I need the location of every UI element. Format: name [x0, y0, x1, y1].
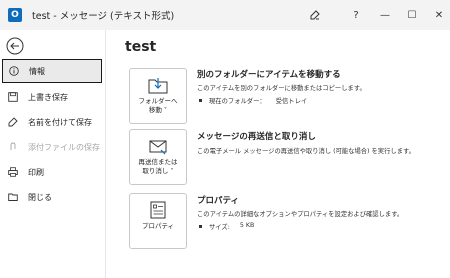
outlook-icon: O [8, 8, 22, 22]
section-description: このアイテムを別のフォルダーに移動またはコピーします。 [197, 85, 366, 92]
envelope-icon [149, 140, 167, 155]
page-title: test [125, 39, 157, 55]
coauthor-pen-icon[interactable] [300, 0, 330, 30]
back-arrow-icon [6, 37, 24, 55]
properties-button[interactable]: プロパティ [129, 193, 187, 249]
bullet-value: 受信トレイ [275, 98, 308, 105]
sidebar-item-label: 印刷 [28, 167, 44, 177]
save-icon [8, 92, 18, 102]
sidebar-item-label: 情報 [29, 66, 45, 76]
resend-recall-button[interactable]: 再送信または 取り消し ˅ [129, 129, 187, 185]
card-label: プロパティ [141, 222, 175, 230]
print-icon [8, 167, 18, 177]
window-title: test - メッセージ (テキスト形式) [32, 11, 175, 22]
section-description: このアイテムの詳細なオプションやプロパティを設定および確認します。 [197, 211, 404, 218]
bullet-dot [199, 224, 202, 228]
close-folder-icon [8, 192, 18, 202]
properties-icon [150, 201, 166, 219]
current-folder-info: 現在のフォルダー： 受信トレイ [199, 96, 307, 105]
move-folder-icon [148, 78, 168, 94]
section-title: プロパティ [197, 196, 239, 206]
minimize-button[interactable]: — [370, 0, 400, 30]
backstage-sidebar: 情報 上書き保存 名前を付けて保存 添付ファイルの保存 印刷 閉じる [0, 30, 106, 278]
help-button[interactable]: ? [341, 0, 371, 30]
card-label: フォルダーへ 移動 ˅ [138, 97, 178, 114]
sidebar-item-label: 上書き保存 [28, 92, 68, 102]
main-content: test フォルダーへ 移動 ˅ 別のフォルダーにアイテムを移動する このアイテ… [107, 30, 450, 278]
sidebar-item-save-attachments[interactable]: 添付ファイルの保存 [2, 135, 102, 159]
section-description: この電子メール メッセージの再送信や取り消し (可能な場合) を実行します。 [197, 148, 415, 155]
maximize-button[interactable]: ☐ [397, 0, 427, 30]
section-title: 別のフォルダーにアイテムを移動する [197, 70, 341, 80]
bullet-key: サイズ: [209, 224, 230, 231]
bullet-value: 5 KB [239, 222, 255, 229]
bullet-dot [199, 98, 202, 102]
size-info: サイズ: 5 KB [199, 222, 254, 231]
sidebar-item-save-as[interactable]: 名前を付けて保存 [2, 110, 102, 134]
move-to-folder-button[interactable]: フォルダーへ 移動 ˅ [129, 68, 187, 124]
attachment-save-icon [8, 142, 18, 152]
close-button[interactable]: ✕ [424, 0, 450, 30]
sidebar-item-label: 閉じる [28, 192, 52, 202]
sidebar-item-print[interactable]: 印刷 [2, 160, 102, 184]
sidebar-item-save[interactable]: 上書き保存 [2, 85, 102, 109]
sidebar-item-label: 名前を付けて保存 [28, 117, 92, 127]
title-bar: O test - メッセージ (テキスト形式) ? — ☐ ✕ [0, 0, 450, 30]
card-label: 再送信または 取り消し ˅ [138, 158, 178, 175]
sidebar-item-info[interactable]: 情報 [2, 59, 102, 83]
back-button[interactable] [4, 35, 26, 57]
sidebar-item-close[interactable]: 閉じる [2, 185, 102, 209]
sidebar-item-label: 添付ファイルの保存 [28, 142, 100, 152]
save-as-icon [8, 117, 18, 127]
info-icon [9, 66, 19, 76]
section-title: メッセージの再送信と取り消し [197, 132, 316, 142]
bullet-key: 現在のフォルダー： [209, 98, 266, 105]
